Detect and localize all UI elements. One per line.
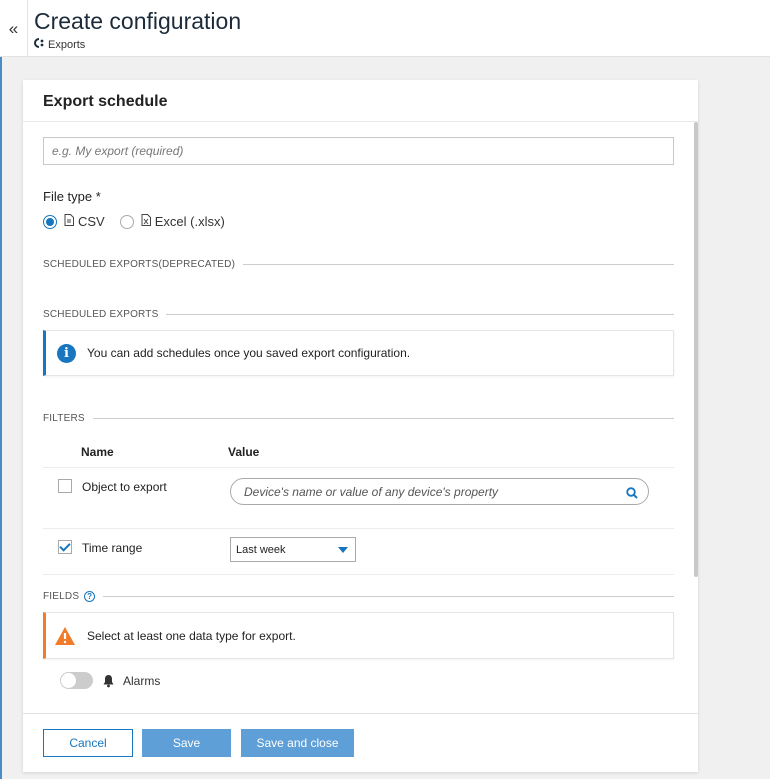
divider <box>166 314 674 315</box>
file-type-excel-option[interactable]: Excel (.xlsx) <box>119 214 225 229</box>
csv-label: CSV <box>78 214 105 229</box>
cancel-button[interactable]: Cancel <box>43 729 133 757</box>
section-scheduled-label: SCHEDULED EXPORTS <box>43 309 159 320</box>
divider <box>243 264 674 265</box>
excel-radio[interactable] <box>119 214 134 229</box>
field-alarms-row: Alarms <box>60 672 160 689</box>
search-icon[interactable] <box>626 486 638 499</box>
dialog-footer: Cancel Save Save and close <box>23 713 698 772</box>
section-deprecated-title: SCHEDULED EXPORTS(DEPRECATED) <box>43 259 674 270</box>
section-fields-title: FIELDS ? <box>43 591 674 602</box>
alarms-toggle[interactable] <box>60 672 93 689</box>
info-icon: i <box>57 343 76 363</box>
file-csv-icon <box>64 214 74 229</box>
collapse-sidebar-button[interactable]: « <box>0 0 28 57</box>
time-range-value: Last week <box>236 544 286 556</box>
file-type-csv-option[interactable]: CSV <box>43 214 105 229</box>
section-fields-label: FIELDS <box>43 591 80 602</box>
export-name-input[interactable] <box>43 137 674 165</box>
section-scheduled-title: SCHEDULED EXPORTS <box>43 309 674 320</box>
time-range-label: Time range <box>82 541 143 555</box>
breadcrumb-exports-link[interactable]: Exports <box>48 39 85 51</box>
save-button[interactable]: Save <box>142 729 231 757</box>
left-accent-stripe <box>0 57 2 779</box>
dialog-body: File type * CSV Excel (.xlsx) SCHEDULED … <box>23 122 698 713</box>
bell-icon <box>102 674 115 688</box>
file-excel-icon <box>141 214 151 229</box>
divider <box>103 596 674 597</box>
excel-label: Excel (.xlsx) <box>154 214 225 229</box>
column-header-value: Value <box>228 445 260 459</box>
time-range-select[interactable]: Last week <box>230 537 356 562</box>
file-type-label: File type * <box>43 189 101 204</box>
section-deprecated-label: SCHEDULED EXPORTS(DEPRECATED) <box>43 259 236 270</box>
info-message-box: i You can add schedules once you saved e… <box>43 330 674 376</box>
info-message: You can add schedules once you saved exp… <box>87 346 411 360</box>
csv-radio[interactable] <box>43 214 57 229</box>
page-title: Create configuration <box>34 8 242 34</box>
help-icon[interactable]: ? <box>84 591 96 602</box>
file-type-radio-group: CSV Excel (.xlsx) <box>43 214 240 229</box>
column-header-name: Name <box>81 445 114 459</box>
exports-icon <box>34 38 45 51</box>
divider <box>92 418 674 419</box>
save-and-close-button[interactable]: Save and close <box>241 729 354 757</box>
table-row-divider <box>43 574 674 575</box>
chevron-down-icon <box>338 547 348 553</box>
dialog-scrollbar[interactable] <box>694 122 698 577</box>
table-row-divider <box>43 528 674 529</box>
top-bar: « Create configuration Exports <box>0 0 770 57</box>
object-to-export-label: Object to export <box>82 480 167 494</box>
warning-icon <box>54 626 76 646</box>
export-schedule-dialog: Export schedule File type * CSV Excel (.… <box>23 80 698 772</box>
time-range-checkbox[interactable] <box>58 540 72 554</box>
table-row-divider <box>43 467 674 468</box>
warning-message: Select at least one data type for export… <box>87 628 296 643</box>
device-search-input[interactable] <box>230 478 649 505</box>
section-filters-label: FILTERS <box>43 413 85 424</box>
section-filters-title: FILTERS <box>43 413 674 424</box>
alarms-label: Alarms <box>123 673 161 688</box>
breadcrumb: Exports <box>34 38 85 51</box>
object-to-export-checkbox[interactable] <box>58 479 72 493</box>
warning-message-box: Select at least one data type for export… <box>43 612 674 659</box>
dialog-title: Export schedule <box>23 80 698 122</box>
